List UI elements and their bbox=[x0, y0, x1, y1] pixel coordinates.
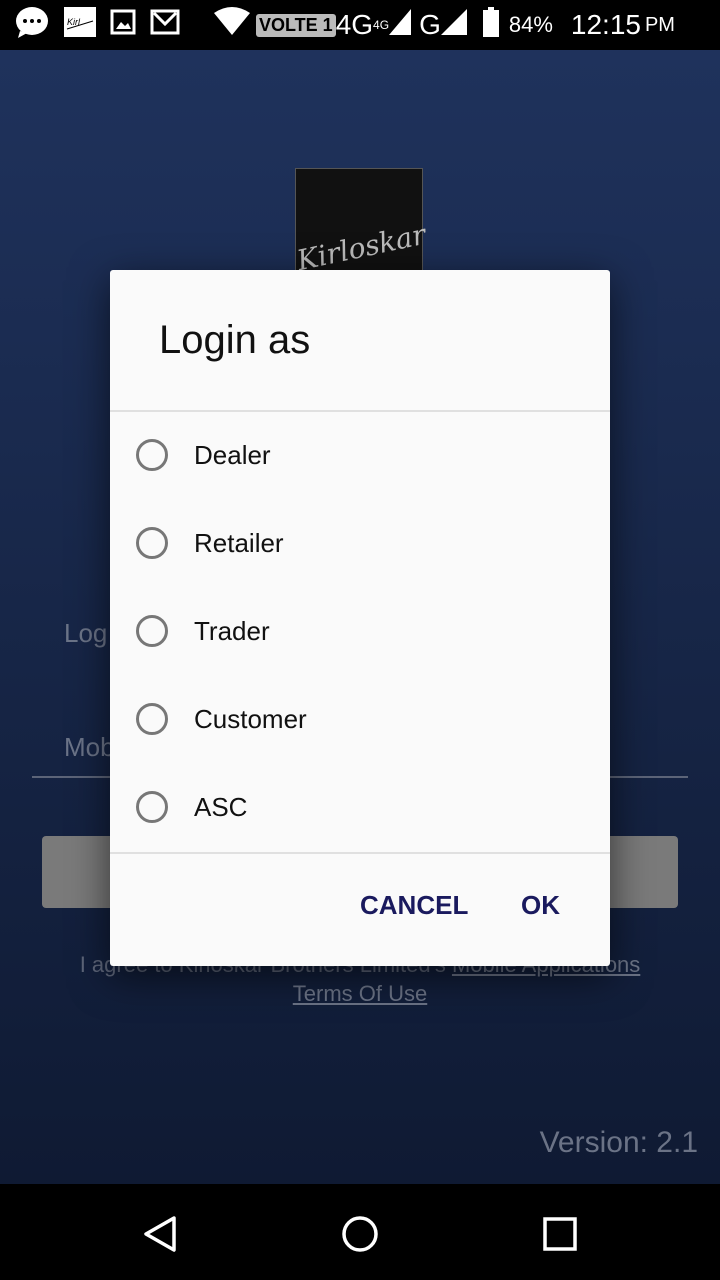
wifi-icon bbox=[214, 6, 250, 44]
gallery-icon bbox=[110, 9, 136, 42]
back-icon[interactable] bbox=[140, 1214, 180, 1254]
dialog-title: Login as bbox=[159, 318, 311, 362]
messages-icon bbox=[14, 5, 50, 46]
divider bbox=[110, 852, 610, 854]
recents-icon[interactable] bbox=[542, 1216, 578, 1252]
terms-link[interactable]: Terms Of Use bbox=[293, 981, 427, 1006]
mobile-field[interactable]: Mob bbox=[64, 732, 115, 763]
cancel-button[interactable]: CANCEL bbox=[360, 890, 468, 921]
option-dealer[interactable]: Dealer bbox=[110, 411, 610, 499]
login-as-dialog: Login as Dealer Retailer Trader Customer… bbox=[110, 270, 610, 966]
home-icon[interactable] bbox=[340, 1214, 380, 1254]
radio-icon[interactable] bbox=[136, 527, 168, 559]
signal-icon bbox=[389, 8, 412, 42]
volte-badge: VOLTE 1 bbox=[256, 13, 336, 37]
option-retailer[interactable]: Retailer bbox=[110, 499, 610, 587]
radio-icon[interactable] bbox=[136, 615, 168, 647]
radio-icon[interactable] bbox=[136, 703, 168, 735]
version-label: Version: 2.1 bbox=[539, 1126, 698, 1159]
signal-icon bbox=[440, 8, 467, 42]
kirloskar-app-icon: Kirl bbox=[64, 6, 96, 44]
radio-icon[interactable] bbox=[136, 439, 168, 471]
battery-icon bbox=[482, 6, 499, 44]
ok-button[interactable]: OK bbox=[521, 890, 560, 921]
login-as-field[interactable]: Log bbox=[64, 618, 107, 649]
radio-icon[interactable] bbox=[136, 791, 168, 823]
navigation-bar bbox=[0, 1184, 720, 1280]
option-asc[interactable]: ASC bbox=[110, 763, 610, 851]
status-bar: Kirl VOLTE 1 4G 4G G 84% 12:15 PM bbox=[0, 0, 720, 50]
option-trader[interactable]: Trader bbox=[110, 587, 610, 675]
gmail-icon bbox=[150, 9, 180, 42]
option-customer[interactable]: Customer bbox=[110, 675, 610, 763]
